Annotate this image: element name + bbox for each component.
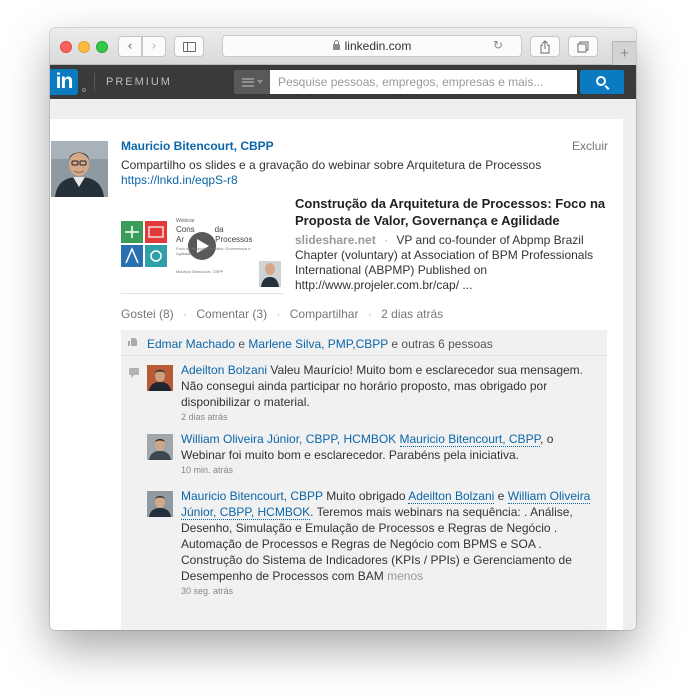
browser-toolbar: ‹ › linkedin.com ↻ + (50, 28, 636, 65)
page-content: Mauricio Bitencourt, CBPP Excluir Compar… (50, 99, 636, 630)
chevron-right-icon: › (151, 39, 157, 54)
like-action[interactable]: Gostei (8) (121, 307, 174, 321)
show-less-link[interactable]: menos (387, 569, 423, 583)
share-action[interactable]: Compartilhar (290, 307, 359, 321)
author-avatar[interactable] (51, 141, 108, 197)
shared-content-description: slideshare.net · VP and co-founder of Ab… (295, 233, 613, 293)
shared-content-source[interactable]: slideshare.net (295, 233, 376, 247)
comment-connector: e (497, 489, 505, 503)
plus-icon: + (620, 45, 629, 62)
commenter-avatar[interactable] (147, 365, 173, 391)
post-short-link[interactable]: https://lnkd.in/eqpS-r8 (121, 173, 238, 187)
linkedin-header: in PREMIUM (50, 65, 636, 99)
person-photo-icon (51, 141, 108, 197)
share-icon (540, 39, 550, 53)
action-separator: · (183, 307, 188, 321)
post-text: Compartilho os slides e a gravação do we… (121, 158, 542, 172)
search-filter-dropdown[interactable] (234, 70, 270, 94)
premium-label[interactable]: PREMIUM (106, 76, 172, 88)
linkedin-logo[interactable]: in (50, 69, 78, 95)
person-photo-icon (147, 491, 173, 517)
comment-mention-link[interactable]: Adeilton Bolzani (408, 489, 495, 504)
zoom-window-button[interactable] (96, 41, 108, 53)
close-window-button[interactable] (60, 41, 72, 53)
comment-mention-link[interactable]: Mauricio Bitencourt, CBPP (399, 432, 541, 447)
lock-icon (332, 40, 340, 50)
thumbs-up-icon (128, 338, 137, 346)
caret-down-icon (256, 80, 263, 84)
slideshare-thumbnail[interactable]: Webinar Cons da Ar Processos Foco na Pro… (121, 199, 283, 294)
post-author-link[interactable]: Mauricio Bitencourt, CBPP (121, 139, 274, 153)
likes-text: Edmar Machado e Marlene Silva, PMP,CBPP … (147, 337, 493, 351)
comment-author-link[interactable]: William Oliveira Júnior, CBPP, HCMBOK (181, 432, 396, 446)
reload-icon[interactable]: ↻ (493, 38, 503, 52)
scrollbar-track[interactable] (623, 99, 636, 630)
tabs-icon (577, 41, 589, 52)
search-input[interactable] (270, 70, 577, 94)
action-separator: · (367, 307, 372, 321)
comment-body: William Oliveira Júnior, CBPP, HCMBOK Ma… (181, 431, 601, 477)
address-bar[interactable]: linkedin.com ↻ (222, 35, 522, 57)
address-url: linkedin.com (344, 39, 412, 53)
comment-time: 30 seg. atrás (181, 586, 234, 596)
registered-mark-icon (82, 88, 86, 92)
post-card: Mauricio Bitencourt, CBPP Excluir Compar… (50, 119, 623, 630)
back-button[interactable]: ‹ (118, 36, 142, 57)
commenter-avatar[interactable] (147, 434, 173, 460)
comments-section: Adeilton Bolzani Valeu Maurício! Muito b… (121, 356, 607, 630)
comment-time: 2 dias atrás (181, 412, 228, 422)
comment-bubble-icon (129, 368, 139, 378)
header-divider (94, 73, 95, 91)
shared-content-title[interactable]: Construção da Arquitetura de Processos: … (295, 195, 610, 229)
minimize-window-button[interactable] (78, 41, 90, 53)
source-separator: · (384, 233, 389, 247)
action-separator: · (276, 307, 281, 321)
new-tab-button[interactable]: + (612, 41, 636, 65)
commenter-avatar[interactable] (147, 491, 173, 517)
slide-title-line2: Ar Processos (176, 235, 253, 244)
comment-body: Mauricio Bitencourt, CBPP Muito obrigado… (181, 488, 601, 598)
sidebar-toggle-button[interactable] (174, 36, 204, 57)
comment-item: William Oliveira Júnior, CBPP, HCMBOK Ma… (147, 431, 597, 479)
sidebar-icon (182, 41, 196, 52)
slide-tag: Webinar (176, 218, 195, 224)
tabs-overview-button[interactable] (568, 36, 598, 57)
delete-post-link[interactable]: Excluir (572, 139, 608, 153)
liker-link[interactable]: Edmar Machado (147, 337, 235, 351)
chevron-left-icon: ‹ (127, 39, 133, 54)
slide-title-line1: Cons da (176, 225, 224, 234)
comment-body: Adeilton Bolzani Valeu Maurício! Muito b… (181, 362, 601, 424)
slide-subtitle: Foco na Proposta de Valor, Governança e … (176, 246, 251, 256)
likes-connector: e (238, 337, 246, 351)
likes-summary: Edmar Machado e Marlene Silva, PMP,CBPP … (121, 330, 607, 356)
comment-item: Mauricio Bitencourt, CBPP Muito obrigado… (147, 488, 597, 628)
post-actions: Gostei (8) · Comentar (3) · Compartilhar… (121, 307, 443, 321)
comment-author-link[interactable]: Adeilton Bolzani (181, 363, 267, 377)
browser-window: ‹ › linkedin.com ↻ + in PREMIUM Pesquise… (50, 28, 636, 630)
search-button[interactable] (580, 70, 624, 94)
comment-text-intro: Muito obrigado (326, 489, 406, 503)
post-time: 2 dias atrás (381, 307, 444, 321)
person-photo-icon (147, 434, 173, 460)
slide-footer: Mauricio Bitencourt, CBPP (176, 269, 224, 274)
likes-others[interactable]: e outras 6 pessoas (391, 337, 492, 351)
comment-action[interactable]: Comentar (3) (196, 307, 267, 321)
forward-button[interactable]: › (142, 36, 166, 57)
comment-item: Adeilton Bolzani Valeu Maurício! Muito b… (147, 362, 597, 424)
search-icon (596, 76, 606, 86)
share-button[interactable] (530, 36, 560, 57)
person-photo-icon (147, 365, 173, 391)
comment-time: 10 min. atrás (181, 465, 234, 475)
liker-link[interactable]: Marlene Silva, PMP,CBPP (248, 337, 388, 351)
menu-icon (241, 77, 254, 87)
comment-author-link[interactable]: Mauricio Bitencourt, CBPP (181, 489, 323, 503)
